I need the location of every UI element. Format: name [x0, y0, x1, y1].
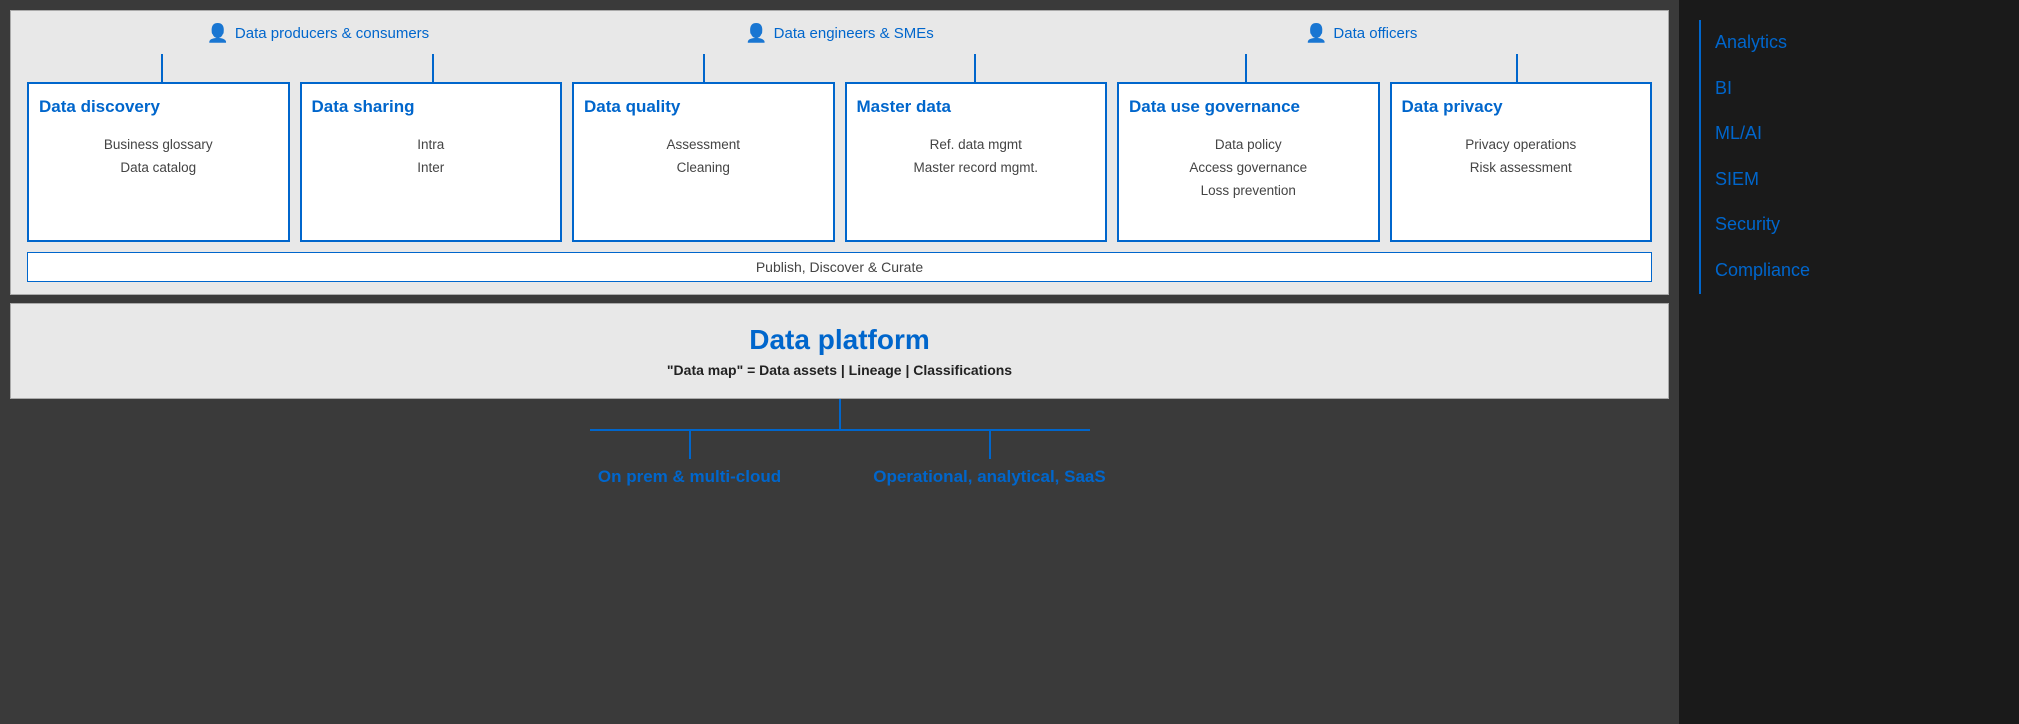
card-data-quality: Data quality Assessment Cleaning — [572, 82, 835, 242]
branch-label-right: Operational, analytical, SaaS — [873, 467, 1105, 487]
sidebar-label-mlai: ML/AI — [1715, 123, 1762, 143]
card-title-governance: Data use governance — [1129, 96, 1368, 118]
persona-label-1: Data producers & consumers — [235, 25, 429, 42]
card-data-discovery: Data discovery Business glossary Data ca… — [27, 82, 290, 242]
personas-row: 👤 Data producers & consumers 👤 Data engi… — [27, 23, 1652, 44]
card-title-sharing: Data sharing — [312, 96, 551, 118]
branch-line-right — [989, 429, 991, 459]
card-items-privacy: Privacy operations Risk assessment — [1402, 134, 1641, 180]
sidebar-label-bi: BI — [1715, 78, 1732, 98]
branch-right: Operational, analytical, SaaS — [840, 429, 1140, 487]
publish-bar: Publish, Discover & Curate — [27, 252, 1652, 282]
card-item-discovery-2: Data catalog — [39, 157, 278, 180]
branch-line-left — [689, 429, 691, 459]
sidebar-item-compliance: Compliance — [1699, 248, 1999, 294]
right-sidebar: Analytics BI ML/AI SIEM Security Complia… — [1679, 0, 2019, 724]
conn-line-3 — [703, 54, 705, 82]
card-item-master-1: Ref. data mgmt — [857, 134, 1096, 157]
conn-group-3 — [1110, 54, 1652, 82]
sidebar-label-compliance: Compliance — [1715, 260, 1810, 280]
card-item-privacy-2: Risk assessment — [1402, 157, 1641, 180]
card-title-privacy: Data privacy — [1402, 96, 1641, 118]
sidebar-item-analytics: Analytics — [1699, 20, 1999, 66]
persona-group-3: 👤 Data officers — [1100, 23, 1622, 44]
persona-group-2: 👤 Data engineers & SMEs — [579, 23, 1101, 44]
conn-line-1 — [161, 54, 163, 82]
branch-left: On prem & multi-cloud — [540, 429, 840, 487]
connector-lines — [27, 54, 1652, 82]
card-item-sharing-2: Inter — [312, 157, 551, 180]
bottom-section: On prem & multi-cloud Operational, analy… — [10, 399, 1669, 497]
persona-label-2: Data engineers & SMEs — [774, 25, 934, 42]
card-item-governance-1: Data policy — [1129, 134, 1368, 157]
horizontal-line — [590, 429, 1090, 431]
card-data-privacy: Data privacy Privacy operations Risk ass… — [1390, 82, 1653, 242]
card-item-quality-1: Assessment — [584, 134, 823, 157]
sidebar-label-security: Security — [1715, 214, 1780, 234]
card-items-governance: Data policy Access governance Loss preve… — [1129, 134, 1368, 203]
card-title-master: Master data — [857, 96, 1096, 118]
card-title-discovery: Data discovery — [39, 96, 278, 118]
card-item-privacy-1: Privacy operations — [1402, 134, 1641, 157]
branch-label-left: On prem & multi-cloud — [598, 467, 781, 487]
person-icon-3: 👤 — [1305, 23, 1327, 44]
card-data-sharing: Data sharing Intra Inter — [300, 82, 563, 242]
card-items-master: Ref. data mgmt Master record mgmt. — [857, 134, 1096, 180]
conn-group-2 — [569, 54, 1111, 82]
card-items-discovery: Business glossary Data catalog — [39, 134, 278, 180]
sidebar-label-siem: SIEM — [1715, 169, 1759, 189]
sidebar-item-siem: SIEM — [1699, 157, 1999, 203]
person-icon-1: 👤 — [206, 23, 228, 44]
sidebar-label-analytics: Analytics — [1715, 32, 1787, 52]
sidebar-item-mlai: ML/AI — [1699, 111, 1999, 157]
persona-2: 👤 Data engineers & SMEs — [745, 23, 934, 44]
sidebar-item-bi: BI — [1699, 66, 1999, 112]
top-section: 👤 Data producers & consumers 👤 Data engi… — [10, 10, 1669, 295]
card-item-governance-3: Loss prevention — [1129, 180, 1368, 203]
conn-line-2 — [432, 54, 434, 82]
card-item-quality-2: Cleaning — [584, 157, 823, 180]
card-item-master-2: Master record mgmt. — [857, 157, 1096, 180]
platform-subtitle: "Data map" = Data assets | Lineage | Cla… — [27, 362, 1652, 378]
card-data-use-governance: Data use governance Data policy Access g… — [1117, 82, 1380, 242]
persona-3: 👤 Data officers — [1305, 23, 1417, 44]
publish-bar-label: Publish, Discover & Curate — [756, 259, 923, 275]
person-icon-2: 👤 — [745, 23, 767, 44]
persona-1: 👤 Data producers & consumers — [206, 23, 429, 44]
vertical-line-top — [839, 399, 841, 429]
card-items-sharing: Intra Inter — [312, 134, 551, 180]
sidebar-item-security: Security — [1699, 202, 1999, 248]
data-platform-section: Data platform "Data map" = Data assets |… — [10, 303, 1669, 399]
platform-title: Data platform — [27, 324, 1652, 356]
conn-line-5 — [1245, 54, 1247, 82]
card-item-governance-2: Access governance — [1129, 157, 1368, 180]
main-content: 👤 Data producers & consumers 👤 Data engi… — [0, 0, 1679, 724]
card-title-quality: Data quality — [584, 96, 823, 118]
conn-line-6 — [1516, 54, 1518, 82]
cards-row: Data discovery Business glossary Data ca… — [27, 82, 1652, 242]
card-master-data: Master data Ref. data mgmt Master record… — [845, 82, 1108, 242]
card-items-quality: Assessment Cleaning — [584, 134, 823, 180]
conn-group-1 — [27, 54, 569, 82]
conn-line-4 — [974, 54, 976, 82]
branch-container: On prem & multi-cloud Operational, analy… — [540, 429, 1140, 487]
persona-group-1: 👤 Data producers & consumers — [57, 23, 579, 44]
persona-label-3: Data officers — [1333, 25, 1417, 42]
card-item-sharing-1: Intra — [312, 134, 551, 157]
card-item-discovery-1: Business glossary — [39, 134, 278, 157]
